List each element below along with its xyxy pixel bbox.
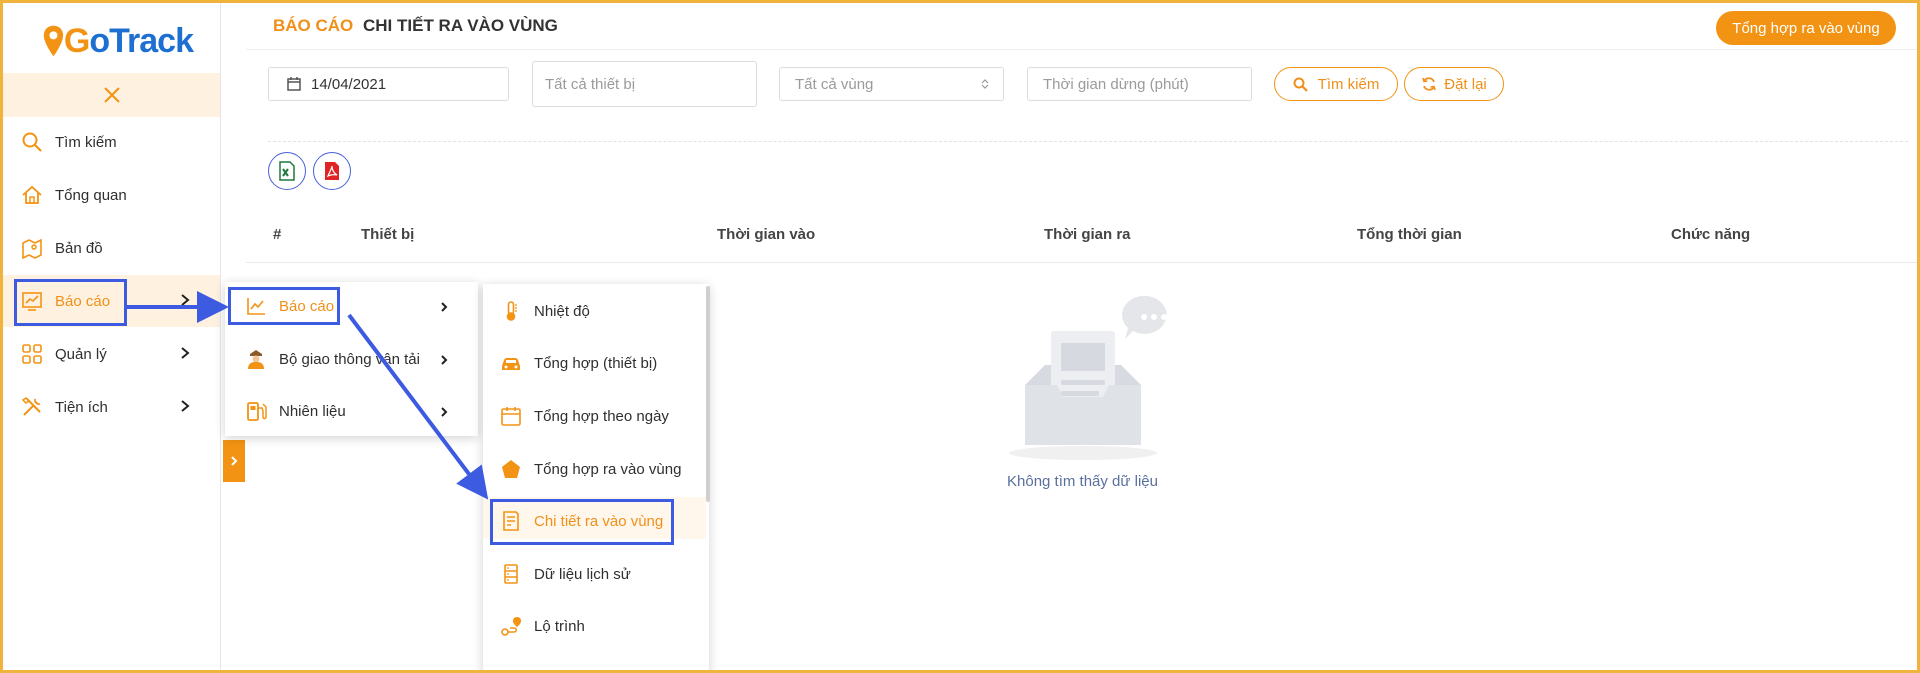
annotation-arrows [127,291,489,500]
app-frame: GoTrack Tìm kiếm Tổng quan Bản đồ Báo cá… [0,0,1920,673]
